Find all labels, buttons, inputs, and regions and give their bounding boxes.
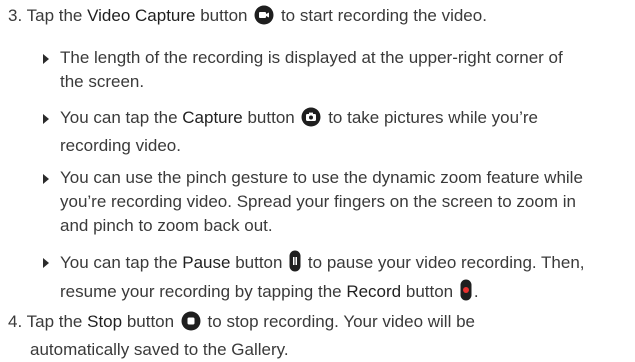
step-text-post: to stop recording. Your video will be [202,312,475,331]
stop-label: Stop [87,312,123,331]
pause-icon [289,250,301,279]
step-text-post: to start recording the video. [276,6,487,25]
capture-label: Capture [182,108,243,127]
bullet-line: and pinch to zoom back out. [60,216,273,235]
step-3: 3. Tap the Video Capture button to start… [8,4,627,32]
bullet-text-post: to take pictures while you’re [323,108,538,127]
bullet-text-pre: resume your recording by tapping the [60,282,347,301]
stop-icon [181,311,201,338]
bullet-text-post: . [473,282,479,301]
video-capture-icon [254,5,274,32]
pause-label: Pause [182,253,231,272]
step-text-pre: Tap the [26,312,88,331]
bullet-arrow-icon [43,174,49,184]
step-text-mid: button [122,312,175,331]
step-4: 4. Tap the Stop button to stop recording… [8,310,627,362]
bullet-item: You can use the pinch gesture to use the… [43,166,621,238]
bullet-text-mid: button [230,253,283,272]
bullet-line: You can use the pinch gesture to use the… [60,168,583,187]
bullet-text-mid: button [242,108,295,127]
step-text-pre: Tap the [26,6,88,25]
bullet-arrow-icon [43,114,49,124]
step-text-mid: button [195,6,248,25]
camera-capture-icon [301,107,321,134]
record-label: Record [346,282,402,301]
bullet-arrow-icon [43,258,49,268]
bullet-line: the screen. [60,72,145,91]
video-capture-label: Video Capture [87,6,196,25]
bullet-text-pre: You can tap the [60,108,183,127]
bullet-item: You can tap the Capture button to take p… [43,106,621,158]
record-icon [460,279,472,308]
step-number: 3. [8,6,23,25]
bullet-text-pre: You can tap the [60,253,183,272]
bullet-arrow-icon [43,54,49,64]
bullet-line: you’re recording video. Spread your fing… [60,192,576,211]
bullet-text-mid: button [401,282,454,301]
bullet-line: recording video. [60,136,181,155]
bullet-line: The length of the recording is displayed… [60,48,563,67]
step-number: 4. [8,312,23,331]
bullet-item: You can tap the Pause button to pause yo… [43,250,621,308]
bullet-item: The length of the recording is displayed… [43,46,621,94]
step-line: automatically saved to the Gallery. [30,340,289,359]
bullet-text-post: to pause your video recording. Then, [303,253,585,272]
